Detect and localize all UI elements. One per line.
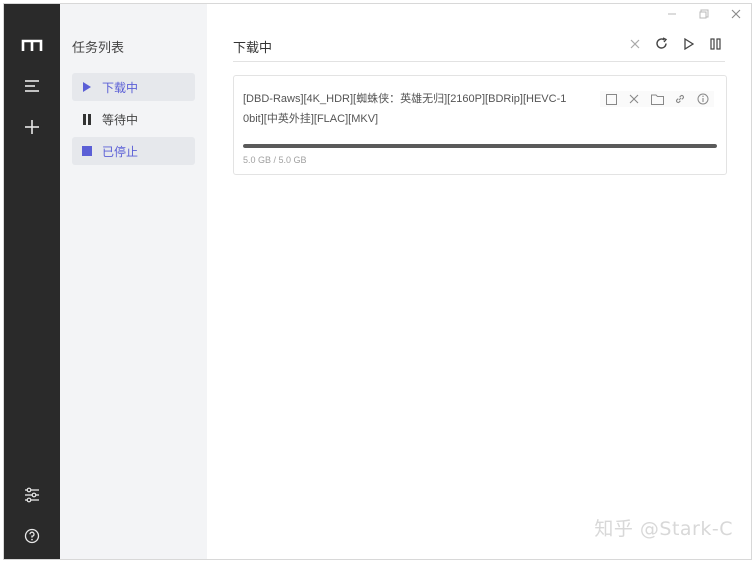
task-filter-label: 已停止 [102,144,139,159]
link-icon[interactable] [673,92,687,106]
window-controls [665,7,743,21]
main-area: 下载中 [DBD-Raws][4K_HDR][蜘蛛侠：英雄无归][2160P][… [207,4,751,559]
task-list-title: 任务列表 [72,40,125,55]
info-icon[interactable] [696,92,710,106]
app-window: 任务列表 下载中 等待中 已停止 下载中 [DBD-Raws][4K_HDR][… [3,3,752,560]
close-icon[interactable] [627,36,642,51]
task-filter-waiting[interactable]: 等待中 [72,105,195,133]
maximize-icon[interactable] [697,7,711,21]
close-icon[interactable] [729,7,743,21]
task-filter-label: 下载中 [102,80,139,95]
task-filter-label: 等待中 [102,112,139,127]
checkbox-icon[interactable] [604,92,618,106]
folder-icon[interactable] [650,92,664,106]
settings-sliders-icon[interactable] [17,480,47,510]
task-card-actions [600,91,714,107]
pause-icon[interactable] [708,36,723,51]
task-list-panel: 任务列表 下载中 等待中 已停止 [60,4,207,559]
refresh-icon[interactable] [654,36,669,51]
task-list-icon[interactable] [17,71,47,101]
play-icon[interactable] [681,36,696,51]
page-title: 下载中 [233,40,273,55]
pause-icon [72,113,102,125]
play-icon [72,82,102,92]
task-toolbar [627,36,723,51]
icon-rail [4,4,60,559]
help-icon[interactable] [17,521,47,551]
stop-icon [72,146,102,156]
progress-fill [243,144,717,148]
delete-icon[interactable] [627,92,641,106]
progress-bar [243,144,717,148]
task-card[interactable]: [DBD-Raws][4K_HDR][蜘蛛侠：英雄无归][2160P][BDRi… [233,75,727,175]
task-filter-downloading[interactable]: 下载中 [72,73,195,101]
title-divider [233,61,725,62]
task-filter-stopped[interactable]: 已停止 [72,137,195,165]
add-task-icon[interactable] [17,112,47,142]
task-name: [DBD-Raws][4K_HDR][蜘蛛侠：英雄无归][2160P][BDRi… [243,93,567,125]
logo-m-icon [17,30,47,60]
minimize-icon[interactable] [665,7,679,21]
task-size: 5.0 GB / 5.0 GB [243,155,307,165]
watermark: 知乎 @Stark-C [594,518,733,540]
